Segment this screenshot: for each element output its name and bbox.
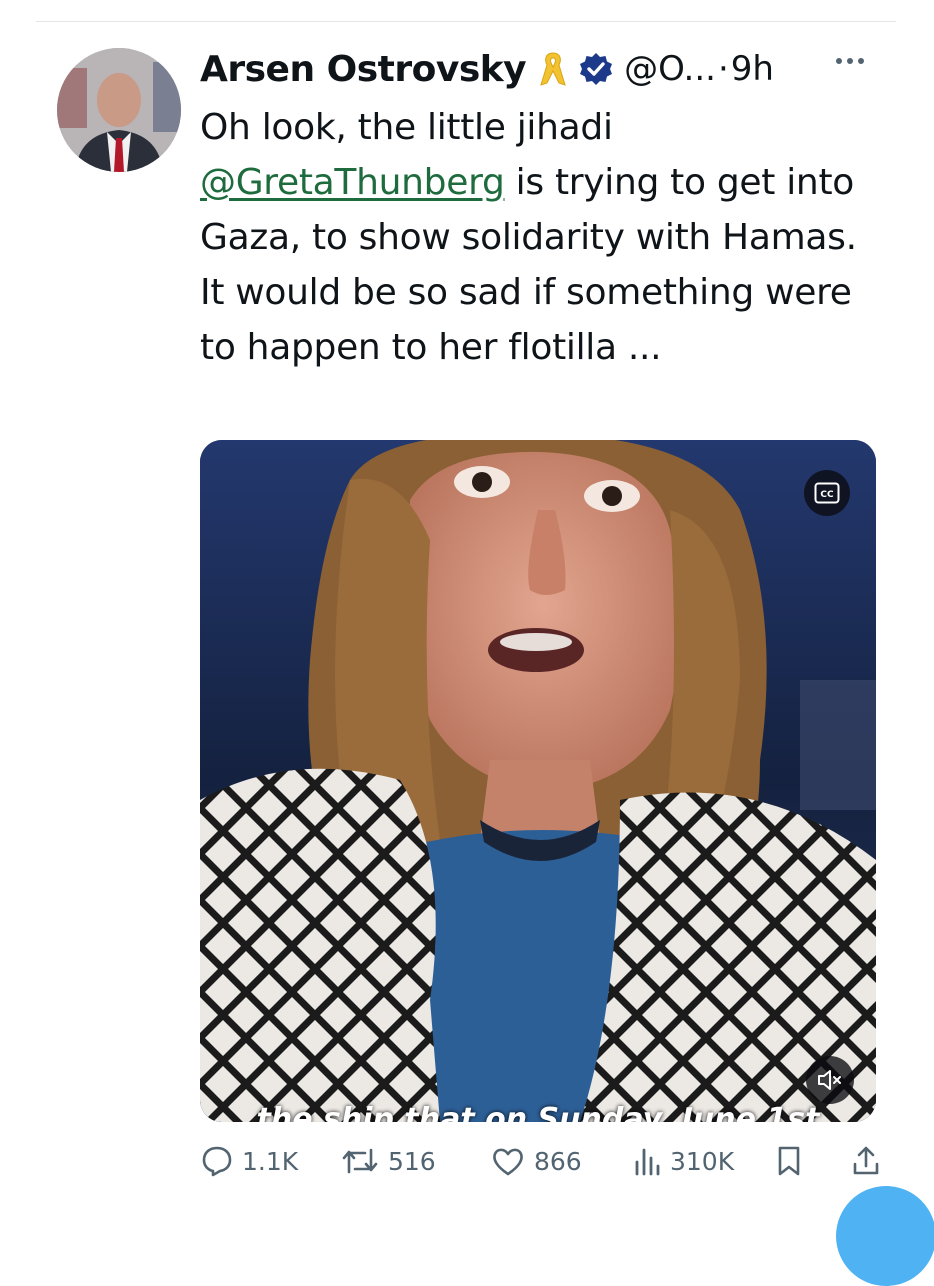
share-button[interactable] xyxy=(850,1144,882,1178)
tweet-text: Oh look, the little jihadi @GretaThunber… xyxy=(200,100,890,375)
retweet-icon xyxy=(342,1148,378,1174)
tweet-header: Arsen Ostrovsky @O... · 9h xyxy=(200,44,774,94)
video-caption: the ship that on Sunday, June 1st xyxy=(256,1102,820,1122)
like-count: 866 xyxy=(534,1146,582,1176)
retweet-count: 516 xyxy=(388,1146,436,1176)
action-bar: 1.1K 516 866 310K xyxy=(200,1144,890,1188)
mute-button[interactable] xyxy=(806,1056,854,1104)
views-button[interactable]: 310K xyxy=(632,1144,734,1178)
avatar[interactable] xyxy=(57,48,181,172)
cc-button[interactable]: CC xyxy=(804,470,850,516)
bookmark-button[interactable] xyxy=(774,1144,804,1178)
video-frame xyxy=(200,440,876,1122)
cc-icon: CC xyxy=(814,482,840,504)
reply-count: 1.1K xyxy=(242,1146,299,1176)
separator: · xyxy=(717,49,729,89)
author-name[interactable]: Arsen Ostrovsky xyxy=(200,49,527,90)
compose-fab-edge[interactable] xyxy=(836,1186,934,1286)
reply-button[interactable]: 1.1K xyxy=(200,1144,298,1178)
retweet-button[interactable]: 516 xyxy=(340,1144,436,1178)
like-button[interactable]: 866 xyxy=(490,1144,582,1178)
author-handle[interactable]: @O... xyxy=(624,49,716,89)
mention-link[interactable]: @GretaThunberg xyxy=(200,162,505,203)
timestamp[interactable]: 9h xyxy=(731,49,774,89)
tweet-text-before: Oh look, the little jihadi xyxy=(200,107,613,148)
video-player[interactable]: CC the ship that on Sunday, June 1st xyxy=(200,440,876,1122)
bookmark-icon xyxy=(778,1146,800,1176)
mute-icon xyxy=(818,1070,841,1090)
ribbon-icon xyxy=(538,49,568,89)
cc-label: CC xyxy=(820,490,834,500)
top-divider xyxy=(36,21,896,22)
like-icon xyxy=(493,1148,523,1176)
share-icon xyxy=(853,1146,879,1175)
views-icon xyxy=(635,1148,660,1176)
verified-icon xyxy=(578,51,614,87)
reply-icon xyxy=(202,1146,232,1177)
more-icon[interactable] xyxy=(836,58,864,64)
views-count: 310K xyxy=(670,1146,735,1176)
